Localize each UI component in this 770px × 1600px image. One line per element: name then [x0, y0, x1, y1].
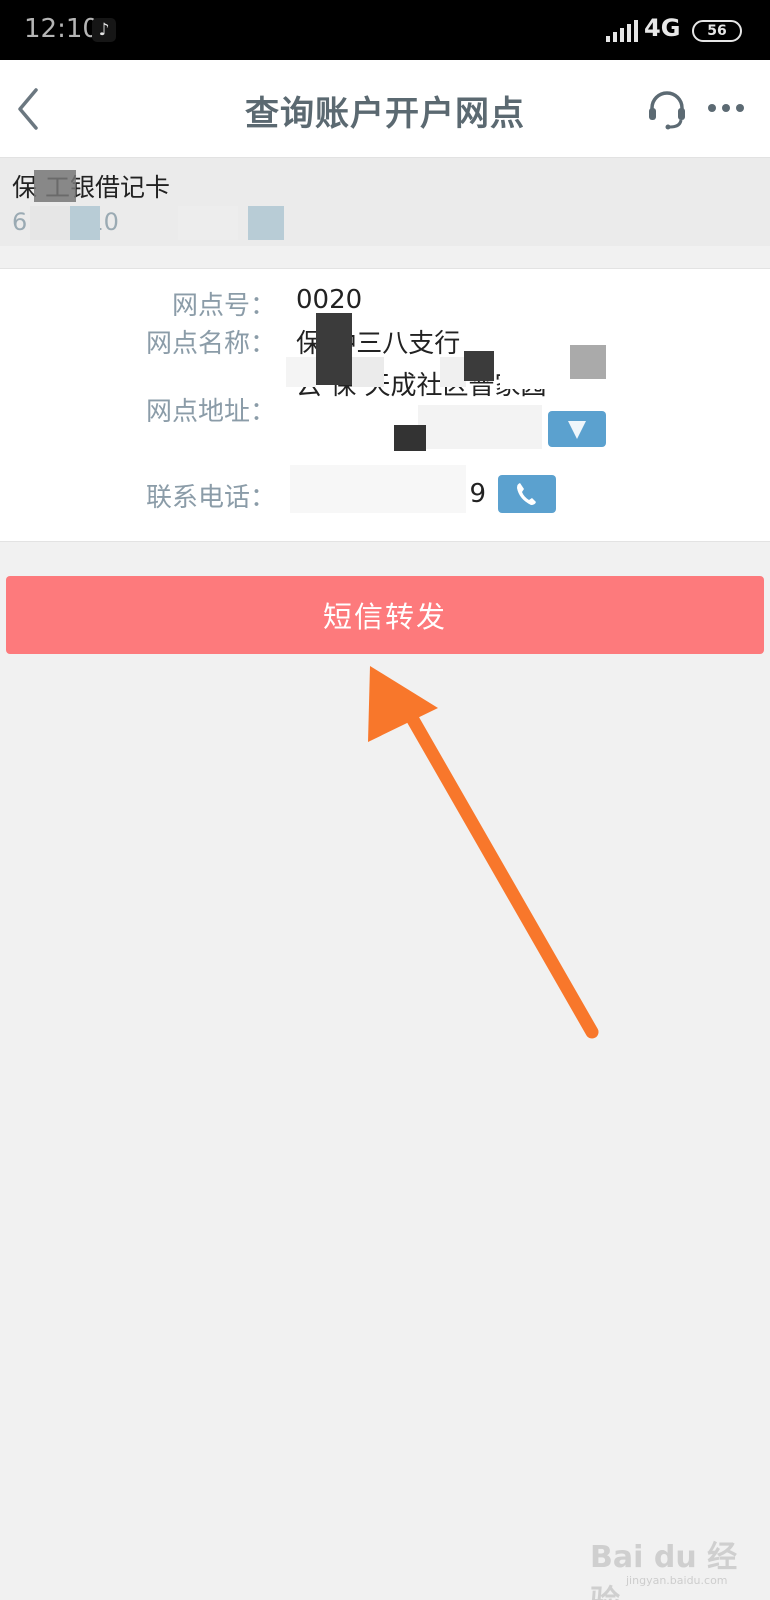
signal-icon	[606, 20, 638, 42]
redaction-block	[316, 357, 352, 385]
redaction-block	[570, 345, 606, 379]
branch-code-value: 0020	[296, 285, 363, 315]
branch-name-label: 网点名称：	[145, 329, 276, 359]
redaction-block	[286, 357, 316, 387]
redaction-block	[440, 357, 466, 387]
redaction-block	[606, 353, 652, 389]
status-time: 12:10	[24, 14, 99, 44]
redaction-block	[30, 206, 70, 240]
redaction-block	[352, 357, 384, 387]
annotation-arrow	[368, 666, 599, 1039]
watermark-url: jingyan.baidu.com	[626, 1574, 728, 1587]
network-type: 4G	[644, 14, 681, 42]
redaction-block	[464, 351, 494, 381]
call-button[interactable]	[498, 475, 556, 513]
headset-icon[interactable]	[646, 88, 688, 130]
tiktok-icon: ♪	[92, 18, 116, 42]
redaction-block	[290, 465, 466, 513]
account-card: 保 工银借记卡 6 5 2510	[0, 158, 770, 246]
battery-icon: 56	[692, 20, 742, 42]
branch-code-label: 网点号：	[171, 291, 276, 321]
watermark-logo: Bai du 经验	[590, 1540, 738, 1600]
phone-label: 联系电话：	[145, 483, 276, 513]
redaction-block	[394, 425, 426, 451]
branch-info-card: 网点号： 0020 网点名称： 保 冲三八支行 网点地址： 云 保 天成社区普家…	[0, 268, 770, 542]
redaction-block	[418, 405, 542, 449]
redaction-block	[248, 206, 284, 240]
redaction-block	[316, 313, 352, 357]
watermark: Bai du 经验 jingyan.baidu.com	[590, 1526, 760, 1600]
branch-address-label: 网点地址：	[145, 397, 276, 427]
app-header: 查询账户开户网点	[0, 60, 770, 158]
redaction-block	[70, 206, 100, 240]
redaction-block	[178, 206, 238, 240]
location-icon	[568, 421, 586, 439]
sms-forward-button[interactable]: 短信转发	[6, 576, 764, 654]
phone-icon	[517, 483, 536, 505]
status-bar: 12:10 ♪ 4G 56	[0, 0, 770, 60]
more-icon[interactable]	[706, 96, 746, 120]
redaction-block	[34, 170, 76, 202]
map-navigation-button[interactable]	[548, 411, 606, 447]
redaction-block	[500, 353, 560, 389]
